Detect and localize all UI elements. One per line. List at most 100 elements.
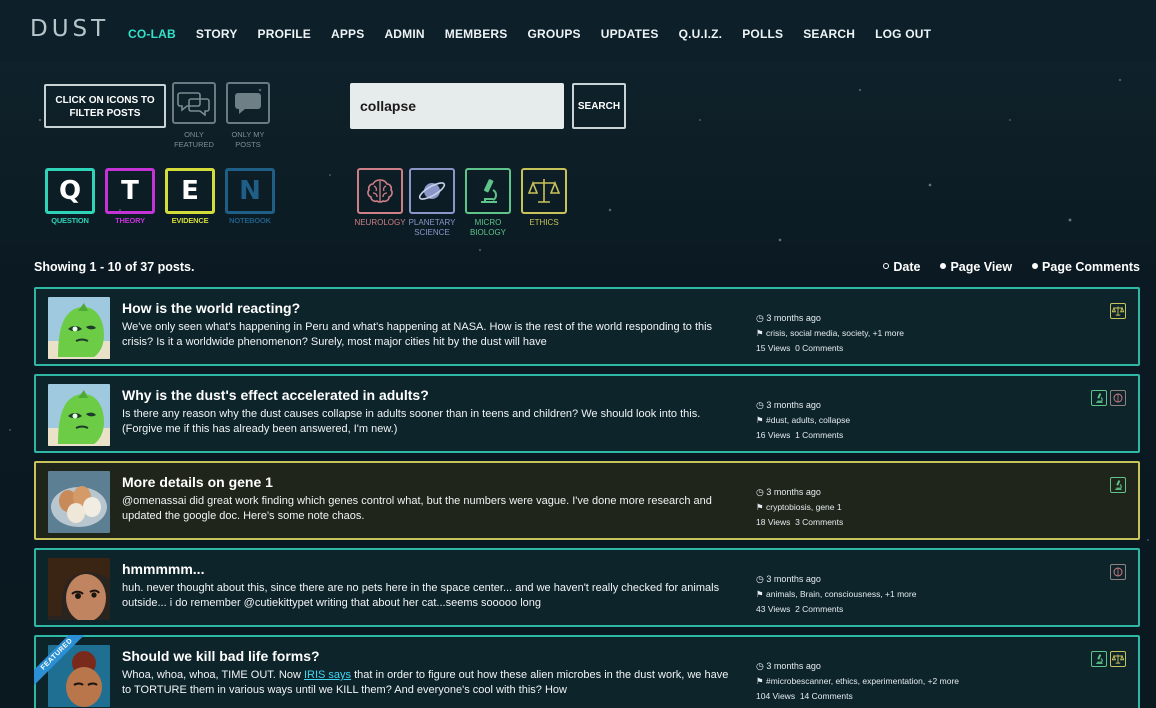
question-icon: Q	[45, 168, 95, 214]
post-item[interactable]: Why is the dust's effect accelerated in …	[34, 374, 1140, 453]
post-title[interactable]: hmmmmm...	[122, 561, 204, 577]
filter-ethics[interactable]: ETHICS	[514, 168, 574, 228]
post-views: 104 Views	[756, 691, 796, 701]
post-list: How is the world reacting? We've only se…	[34, 287, 1140, 708]
planet-icon	[418, 182, 446, 200]
main-nav: CO-LAB STORY PROFILE APPS ADMIN MEMBERS …	[128, 27, 931, 41]
tag-flag-icon: ⚑	[756, 589, 764, 599]
filter-planetary-science[interactable]: PLANETARY SCIENCE	[402, 168, 462, 238]
post-time: 3 months ago	[766, 574, 821, 584]
tag-flag-icon: ⚑	[756, 676, 764, 686]
post-title[interactable]: How is the world reacting?	[122, 300, 300, 316]
nav-story[interactable]: STORY	[196, 27, 238, 41]
post-comments: 3 Comments	[795, 517, 844, 527]
post-category-icons	[1110, 564, 1126, 580]
notebook-icon: N	[225, 168, 275, 214]
microbiology-box	[465, 168, 511, 214]
post-item-featured[interactable]: FEATURED Should we kill bad life forms? …	[34, 635, 1140, 708]
post-comments: 14 Comments	[799, 691, 853, 701]
post-meta: ◷ 3 months ago ⚑ #microbescanner, ethics…	[756, 659, 959, 704]
scales-icon	[1110, 651, 1126, 667]
sort-page-comments[interactable]: Page Comments	[1032, 260, 1140, 274]
only-featured-toggle[interactable]: ONLY FEATURED	[170, 82, 218, 150]
nav-members[interactable]: MEMBERS	[445, 27, 508, 41]
post-comments: 0 Comments	[795, 343, 844, 353]
only-featured-box	[172, 82, 216, 124]
filter-evidence[interactable]: E EVIDENCE	[160, 168, 220, 225]
post-tags[interactable]: cryptobiosis, gene 1	[766, 502, 842, 512]
post-meta: ◷ 3 months ago ⚑ animals, Brain, conscio…	[756, 572, 916, 617]
sort-date[interactable]: Date	[883, 260, 920, 274]
filter-micro-biology[interactable]: MICRO BIOLOGY	[458, 168, 518, 238]
nav-search[interactable]: SEARCH	[803, 27, 855, 41]
post-excerpt: huh. never thought about this, since the…	[122, 582, 720, 609]
filter-notebook[interactable]: N NOTEBOOK	[220, 168, 280, 225]
nav-updates[interactable]: UPDATES	[601, 27, 659, 41]
post-tags[interactable]: #microbescanner, ethics, experimentation…	[766, 676, 959, 686]
post-meta: ◷ 3 months ago ⚑ cryptobiosis, gene 1 18…	[756, 485, 843, 530]
planetary-science-label: PLANETARY SCIENCE	[408, 218, 456, 237]
brain-icon	[1110, 564, 1126, 580]
nav-profile[interactable]: PROFILE	[258, 27, 311, 41]
sort-page-view-label: Page View	[950, 260, 1013, 274]
nav-co-lab[interactable]: CO-LAB	[128, 27, 176, 41]
avatar	[48, 297, 110, 359]
post-time: 3 months ago	[766, 313, 821, 323]
evidence-label: EVIDENCE	[171, 216, 209, 225]
featured-ribbon-label: FEATURED	[34, 635, 93, 691]
filter-neurology[interactable]: NEUROLOGY	[350, 168, 410, 228]
post-tags[interactable]: animals, Brain, consciousness, +1 more	[766, 589, 916, 599]
post-views: 16 Views	[756, 430, 791, 440]
only-my-posts-box	[226, 82, 270, 124]
post-item[interactable]: hmmmmm... huh. never thought about this,…	[34, 548, 1140, 627]
clock-icon: ◷	[756, 313, 764, 323]
sort-page-comments-label: Page Comments	[1042, 260, 1140, 274]
filter-question[interactable]: Q QUESTION	[40, 168, 100, 225]
post-views: 15 Views	[756, 343, 791, 353]
tag-flag-icon: ⚑	[756, 502, 764, 512]
clock-icon: ◷	[756, 400, 764, 410]
microscope-icon	[1091, 651, 1107, 667]
post-meta: ◷ 3 months ago ⚑ crisis, social media, s…	[756, 311, 904, 356]
radio-icon	[1032, 263, 1039, 269]
post-views: 18 Views	[756, 517, 791, 527]
sort-page-view[interactable]: Page View	[940, 260, 1012, 274]
chat-bubbles-icon	[177, 92, 210, 116]
post-title[interactable]: Should we kill bad life forms?	[122, 648, 320, 664]
post-title[interactable]: More details on gene 1	[122, 474, 273, 490]
post-category-icons	[1110, 303, 1126, 319]
avatar	[48, 471, 110, 533]
microscope-icon	[1091, 390, 1107, 406]
neurology-label: NEUROLOGY	[354, 218, 406, 227]
filter-theory[interactable]: T THEORY	[100, 168, 160, 225]
avatar	[48, 558, 110, 620]
dust-logo[interactable]: DUST	[30, 16, 109, 42]
post-tags[interactable]: crisis, social media, society, +1 more	[766, 328, 904, 338]
search-button[interactable]: SEARCH	[572, 83, 626, 129]
brain-icon	[1110, 390, 1126, 406]
only-my-posts-label: ONLY MY POSTS	[231, 130, 265, 149]
post-tags[interactable]: #dust, adults, collapse	[766, 415, 850, 425]
nav-apps[interactable]: APPS	[331, 27, 364, 41]
radio-icon	[940, 263, 947, 269]
theory-icon: T	[105, 168, 155, 214]
post-item[interactable]: How is the world reacting? We've only se…	[34, 287, 1140, 366]
post-excerpt: Whoa, whoa, whoa, TIME OUT. Now IRIS say…	[122, 668, 732, 698]
post-item[interactable]: More details on gene 1 @omenassai did gr…	[34, 461, 1140, 540]
sort-date-label: Date	[893, 260, 921, 274]
only-my-posts-toggle[interactable]: ONLY MY POSTS	[224, 82, 272, 150]
nav-polls[interactable]: POLLS	[742, 27, 783, 41]
chat-bubble-icon	[235, 93, 261, 114]
nav-groups[interactable]: GROUPS	[528, 27, 581, 41]
nav-admin[interactable]: ADMIN	[384, 27, 424, 41]
planetary-box	[409, 168, 455, 214]
clock-icon: ◷	[756, 487, 764, 497]
scales-icon	[528, 179, 560, 203]
nav-log-out[interactable]: LOG OUT	[875, 27, 931, 41]
iris-says-link[interactable]: IRIS says	[304, 669, 351, 681]
search-input[interactable]	[350, 83, 564, 129]
post-category-icons	[1091, 651, 1126, 667]
clock-icon: ◷	[756, 661, 764, 671]
post-title[interactable]: Why is the dust's effect accelerated in …	[122, 387, 429, 403]
nav-quiz[interactable]: Q.U.I.Z.	[679, 27, 723, 41]
